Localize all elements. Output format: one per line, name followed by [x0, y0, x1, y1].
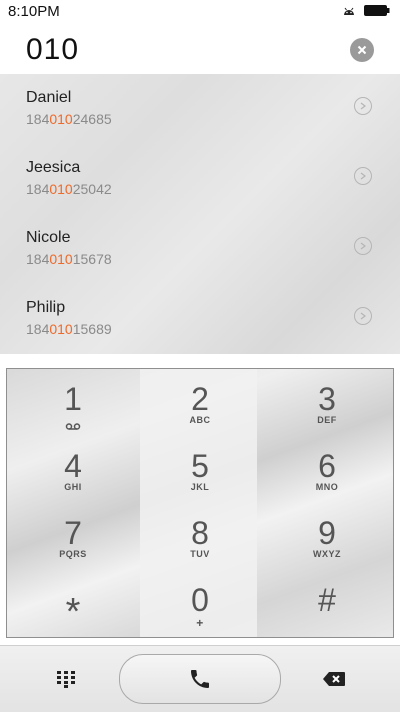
key-star[interactable]: * — [9, 570, 137, 637]
clear-button[interactable] — [350, 38, 374, 62]
key-8[interactable]: 8 TUV — [136, 503, 264, 570]
delete-button[interactable] — [316, 664, 352, 694]
key-5[interactable]: 5 JKL — [136, 436, 264, 503]
status-icons — [342, 5, 390, 16]
voicemail-icon — [65, 423, 81, 430]
contact-results-list: Daniel 18401024685 Jeesica 18401025042 N… — [0, 74, 400, 354]
contact-phone: 18401015689 — [26, 321, 112, 337]
contact-name: Jeesica — [26, 159, 81, 176]
contact-detail-button[interactable] — [354, 307, 372, 325]
chevron-right-icon — [360, 242, 366, 250]
key-7[interactable]: 7 PQRS — [9, 503, 137, 570]
contact-name: Nicole — [26, 229, 71, 246]
contact-phone: 18401024685 — [26, 111, 112, 127]
chevron-right-icon — [360, 102, 366, 110]
key-3[interactable]: 3 DEF — [263, 369, 391, 436]
battery-icon — [364, 5, 390, 16]
chevron-right-icon — [360, 312, 366, 320]
contact-name: Philip — [26, 299, 66, 316]
list-item[interactable]: Nicole 18401015678 — [0, 214, 400, 284]
chevron-right-icon — [360, 172, 366, 180]
key-9[interactable]: 9 WXYZ — [263, 503, 391, 570]
contact-phone: 18401025042 — [26, 181, 112, 197]
contact-detail-button[interactable] — [354, 237, 372, 255]
list-item[interactable]: Jeesica 18401025042 — [0, 144, 400, 214]
phone-icon — [191, 670, 209, 688]
dialed-number[interactable]: 010 — [26, 33, 79, 67]
clear-circle-icon — [357, 45, 367, 55]
key-1[interactable]: 1 — [9, 369, 137, 436]
contact-detail-button[interactable] — [354, 97, 372, 115]
call-button[interactable] — [119, 654, 281, 704]
list-item[interactable]: Daniel 18401024685 — [0, 74, 400, 144]
dialer-action-bar — [0, 645, 400, 712]
contact-detail-button[interactable] — [354, 167, 372, 185]
status-bar: 8:10PM — [0, 0, 400, 24]
contact-phone: 18401015678 — [26, 251, 112, 267]
key-0[interactable]: 0 + — [136, 570, 264, 637]
number-entry[interactable]: 010 — [0, 24, 400, 74]
list-item[interactable]: Philip 18401015689 — [0, 284, 400, 354]
keypad-grid-icon — [57, 671, 75, 688]
android-icon — [344, 7, 354, 15]
status-time: 8:10PM — [8, 3, 60, 20]
key-2[interactable]: 2 ABC — [136, 369, 264, 436]
contact-name: Daniel — [26, 89, 72, 106]
backspace-icon — [323, 672, 345, 686]
key-4[interactable]: 4 GHI — [9, 436, 137, 503]
key-6[interactable]: 6 MNO — [263, 436, 391, 503]
keypad-toggle-button[interactable] — [48, 664, 84, 694]
key-hash[interactable]: # — [263, 570, 391, 637]
dial-pad: 1 2 ABC 3 DEF 4 GHI 5 JKL 6 MNO 7 PQRS 8… — [6, 368, 394, 638]
